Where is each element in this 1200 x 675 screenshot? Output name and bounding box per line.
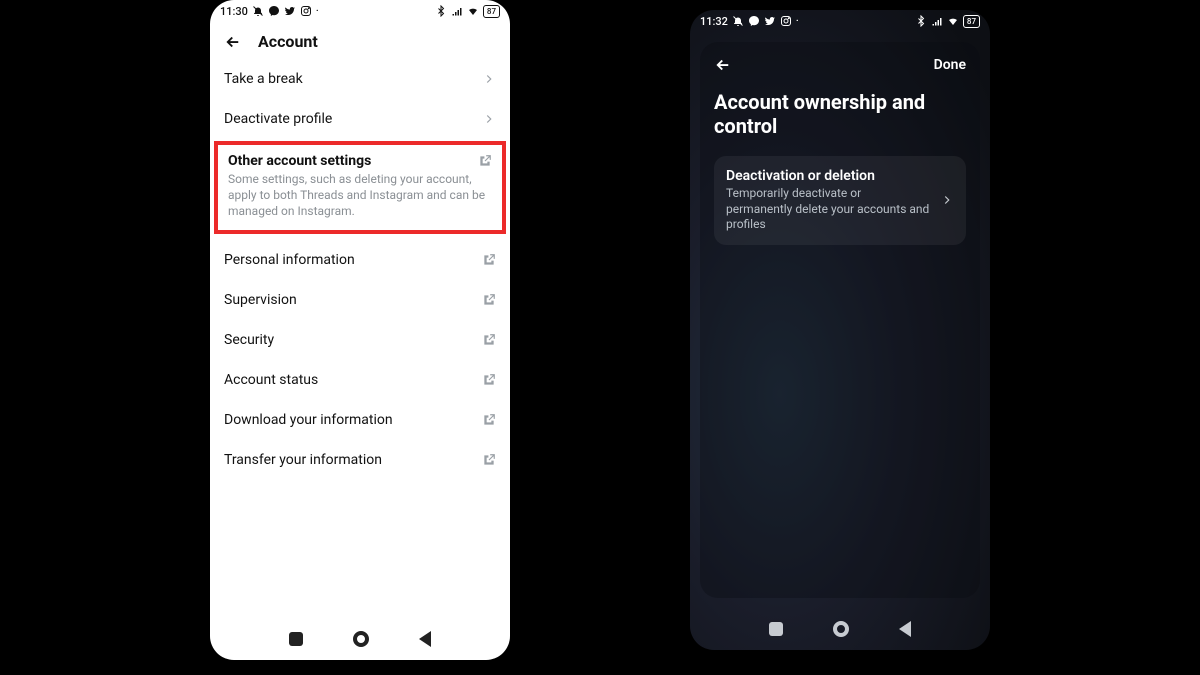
row-security[interactable]: Security	[210, 320, 510, 360]
external-link-icon	[482, 253, 496, 267]
back-arrow-icon[interactable]	[714, 56, 732, 74]
external-link-icon	[482, 333, 496, 347]
bell-off-icon	[732, 15, 744, 27]
nav-recent-icon[interactable]	[289, 632, 303, 646]
status-time: 11:32	[700, 15, 728, 28]
row-label: Personal information	[224, 252, 482, 268]
row-transfer-your-information[interactable]: Transfer your information	[210, 440, 510, 480]
row-supervision[interactable]: Supervision	[210, 280, 510, 320]
instagram-icon	[780, 15, 792, 27]
external-link-icon	[478, 154, 492, 168]
android-nav-bar	[690, 608, 990, 650]
battery-icon: 87	[963, 15, 980, 28]
chevron-right-icon	[482, 72, 496, 86]
bluetooth-icon	[435, 5, 447, 17]
status-more-dot: ·	[316, 6, 319, 17]
nav-back-icon[interactable]	[899, 621, 911, 637]
external-link-icon	[482, 373, 496, 387]
messenger-icon	[268, 5, 280, 17]
row-label: Account status	[224, 372, 482, 388]
nav-home-icon[interactable]	[353, 631, 369, 647]
external-link-icon	[482, 413, 496, 427]
done-button[interactable]: Done	[934, 57, 966, 73]
row-label: Download your information	[224, 412, 482, 428]
twitter-icon	[284, 5, 296, 17]
page-header: Account	[210, 22, 510, 59]
row-label: Take a break	[224, 71, 482, 87]
section-description: Some settings, such as deleting your acc…	[228, 171, 492, 220]
status-time: 11:30	[220, 5, 248, 18]
status-more-dot: ·	[796, 16, 799, 27]
twitter-icon	[764, 15, 776, 27]
signal-icon	[931, 15, 943, 27]
external-link-icon	[482, 453, 496, 467]
phone-screenshot-right: 11:32 ·	[690, 10, 990, 650]
page-title: Account	[258, 32, 318, 51]
messenger-icon	[748, 15, 760, 27]
back-arrow-icon[interactable]	[224, 33, 242, 51]
ownership-sheet: Done Account ownership and control Deact…	[700, 42, 980, 598]
row-label: Deactivate profile	[224, 111, 482, 127]
section-title: Other account settings	[228, 153, 371, 169]
signal-icon	[451, 5, 463, 17]
other-account-settings-section[interactable]: Other account settings Some settings, su…	[214, 141, 506, 234]
android-nav-bar	[210, 618, 510, 660]
row-label: Security	[224, 332, 482, 348]
page-title: Account ownership and control	[714, 90, 966, 138]
card-title: Deactivation or deletion	[726, 168, 930, 184]
row-deactivate-profile[interactable]: Deactivate profile	[210, 99, 510, 139]
card-description: Temporarily deactivate or permanently de…	[726, 186, 930, 233]
nav-back-icon[interactable]	[419, 631, 431, 647]
row-account-status[interactable]: Account status	[210, 360, 510, 400]
phone-screenshot-left: 11:30 ·	[210, 0, 510, 660]
deactivation-or-deletion-row[interactable]: Deactivation or deletion Temporarily dea…	[714, 156, 966, 245]
nav-home-icon[interactable]	[833, 621, 849, 637]
row-download-your-information[interactable]: Download your information	[210, 400, 510, 440]
row-personal-information[interactable]: Personal information	[210, 240, 510, 280]
bluetooth-icon	[915, 15, 927, 27]
battery-icon: 87	[483, 5, 500, 18]
external-link-icon	[482, 293, 496, 307]
status-bar: 11:32 ·	[690, 10, 990, 32]
nav-recent-icon[interactable]	[769, 622, 783, 636]
bell-off-icon	[252, 5, 264, 17]
row-take-a-break[interactable]: Take a break	[210, 59, 510, 99]
row-label: Transfer your information	[224, 452, 482, 468]
status-bar: 11:30 ·	[210, 0, 510, 22]
instagram-icon	[300, 5, 312, 17]
chevron-right-icon	[482, 112, 496, 126]
chevron-right-icon	[940, 193, 954, 207]
row-label: Supervision	[224, 292, 482, 308]
wifi-icon	[467, 5, 479, 17]
wifi-icon	[947, 15, 959, 27]
